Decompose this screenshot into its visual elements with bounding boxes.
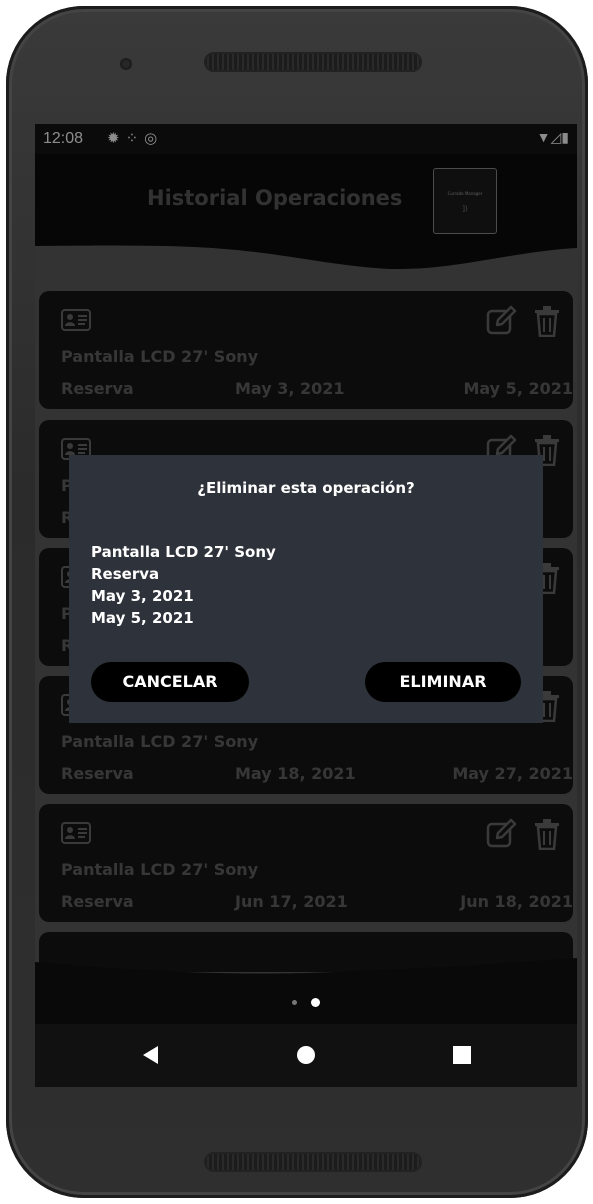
dialog-item-name: Pantalla LCD 27' Sony — [91, 543, 276, 561]
recents-icon[interactable] — [453, 1046, 471, 1064]
front-camera — [120, 58, 132, 70]
page-dot — [292, 1000, 298, 1005]
dialog-operation-type: Reserva — [91, 565, 160, 583]
back-icon[interactable] — [143, 1046, 158, 1064]
home-icon[interactable] — [297, 1046, 315, 1064]
page-dot-active — [310, 998, 320, 1007]
dialog-start-date: May 3, 2021 — [91, 587, 194, 605]
delete-button[interactable]: ELIMINAR — [365, 662, 521, 702]
dialog-end-date: May 5, 2021 — [91, 609, 194, 627]
system-navigation-bar — [35, 1024, 577, 1087]
page-indicator — [35, 992, 577, 1011]
earpiece-speaker — [204, 52, 422, 72]
delete-confirm-dialog: ¿Eliminar esta operación? Pantalla LCD 2… — [69, 455, 543, 723]
app-screen: 12:08 ✹⁘◎ ▼◿▮ Historial Operaciones Curr… — [35, 124, 577, 1087]
bottom-speaker — [204, 1152, 422, 1172]
dialog-title: ¿Eliminar esta operación? — [197, 479, 415, 497]
cancel-button[interactable]: CANCELAR — [91, 662, 249, 702]
